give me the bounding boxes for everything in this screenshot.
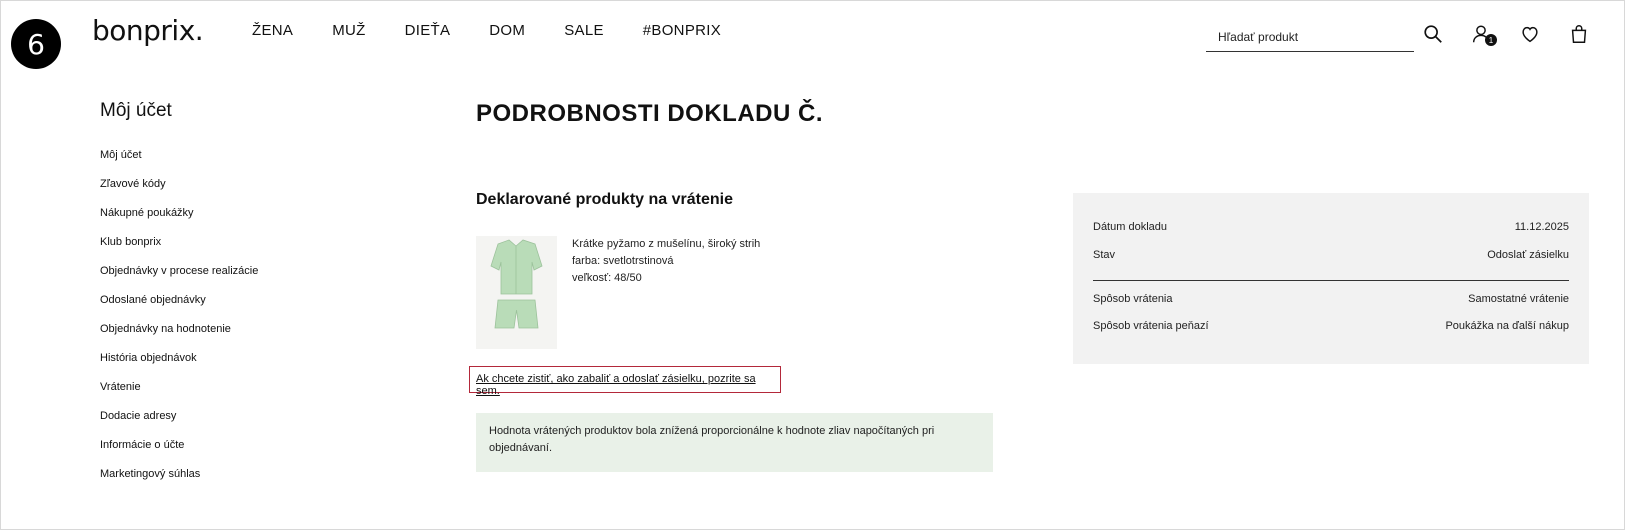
- nav-muz[interactable]: MUŽ: [332, 22, 365, 39]
- detail-row: Stav Odoslať zásielku: [1093, 249, 1569, 261]
- main-navigation: ŽENA MUŽ DIEŤA DOM SALE #BONPRIX: [252, 22, 760, 39]
- bonprix-logo[interactable]: bonprix.: [92, 14, 204, 47]
- nav-zena[interactable]: ŽENA: [252, 22, 293, 39]
- details-divider: [1093, 280, 1569, 281]
- sidebar-item-shipped-orders[interactable]: Odoslané objednávky: [100, 293, 258, 322]
- sidebar-item-vouchers[interactable]: Nákupné poukážky: [100, 206, 258, 235]
- nav-dom[interactable]: DOM: [489, 22, 525, 39]
- detail-value: Odoslať zásielku: [1487, 249, 1569, 261]
- returned-products-heading: Deklarované produkty na vrátenie: [476, 191, 733, 208]
- sidebar-item-my-account[interactable]: Môj účet: [100, 148, 258, 177]
- detail-value: 11.12.2025: [1514, 221, 1569, 233]
- sidebar-menu: Môj účet Zľavové kódy Nákupné poukážky K…: [100, 148, 258, 496]
- product-info: Krátke pyžamo z mušelínu, široký strih f…: [572, 236, 760, 287]
- detail-label: Stav: [1093, 249, 1116, 261]
- detail-row: Spôsob vrátenia Samostatné vrátenie: [1093, 293, 1569, 305]
- nav-sale[interactable]: SALE: [564, 22, 604, 39]
- detail-label: Spôsob vrátenia: [1093, 293, 1173, 305]
- account-notification-badge: 1: [1485, 34, 1497, 46]
- page-title: PODROBNOSTI DOKLADU Č.: [476, 100, 823, 127]
- packing-help-link[interactable]: Ak chcete zistiť, ako zabaliť a odoslať …: [469, 366, 781, 397]
- nav-bonprix[interactable]: #BONPRIX: [643, 22, 721, 39]
- search-box: [1206, 22, 1414, 52]
- search-input[interactable]: [1206, 22, 1414, 51]
- sidebar-item-orders-to-review[interactable]: Objednávky na hodnotenie: [100, 322, 258, 351]
- sidebar-item-club[interactable]: Klub bonprix: [100, 235, 258, 264]
- sidebar-item-account-info[interactable]: Informácie o účte: [100, 438, 258, 467]
- detail-value: Poukážka na ďalší nákup: [1445, 320, 1569, 332]
- sidebar-item-order-history[interactable]: História objednávok: [100, 351, 258, 380]
- document-details-panel: Dátum dokladu 11.12.2025 Stav Odoslať zá…: [1073, 193, 1589, 364]
- step-number-badge: 6: [11, 19, 61, 69]
- detail-label: Spôsob vrátenia peňazí: [1093, 320, 1209, 332]
- detail-row: Spôsob vrátenia peňazí Poukážka na ďalší…: [1093, 320, 1569, 332]
- bag-icon[interactable]: [1568, 23, 1590, 45]
- search-icon[interactable]: [1422, 23, 1444, 45]
- product-name: Krátke pyžamo z mušelínu, široký strih: [572, 238, 761, 250]
- discount-info-message: Hodnota vrátených produktov bola znížená…: [476, 413, 993, 472]
- sidebar-item-discount-codes[interactable]: Zľavové kódy: [100, 177, 258, 206]
- nav-dieta[interactable]: DIEŤA: [405, 22, 451, 39]
- detail-label: Dátum dokladu: [1093, 221, 1167, 233]
- sidebar-item-returns[interactable]: Vrátenie: [100, 380, 258, 409]
- sidebar-item-delivery-addresses[interactable]: Dodacie adresy: [100, 409, 258, 438]
- detail-row: Dátum dokladu 11.12.2025: [1093, 221, 1569, 233]
- detail-value: Samostatné vrátenie: [1468, 293, 1569, 305]
- product-color: farba: svetlotrstinová: [572, 255, 674, 267]
- sidebar-item-orders-in-progress[interactable]: Objednávky v procese realizácie: [100, 264, 258, 293]
- sidebar-title: Môj účet: [100, 100, 172, 121]
- product-image: [476, 236, 557, 349]
- sidebar-item-marketing-consent[interactable]: Marketingový súhlas: [100, 467, 258, 496]
- heart-icon[interactable]: [1519, 23, 1541, 45]
- product-size: veľkosť: 48/50: [572, 272, 642, 284]
